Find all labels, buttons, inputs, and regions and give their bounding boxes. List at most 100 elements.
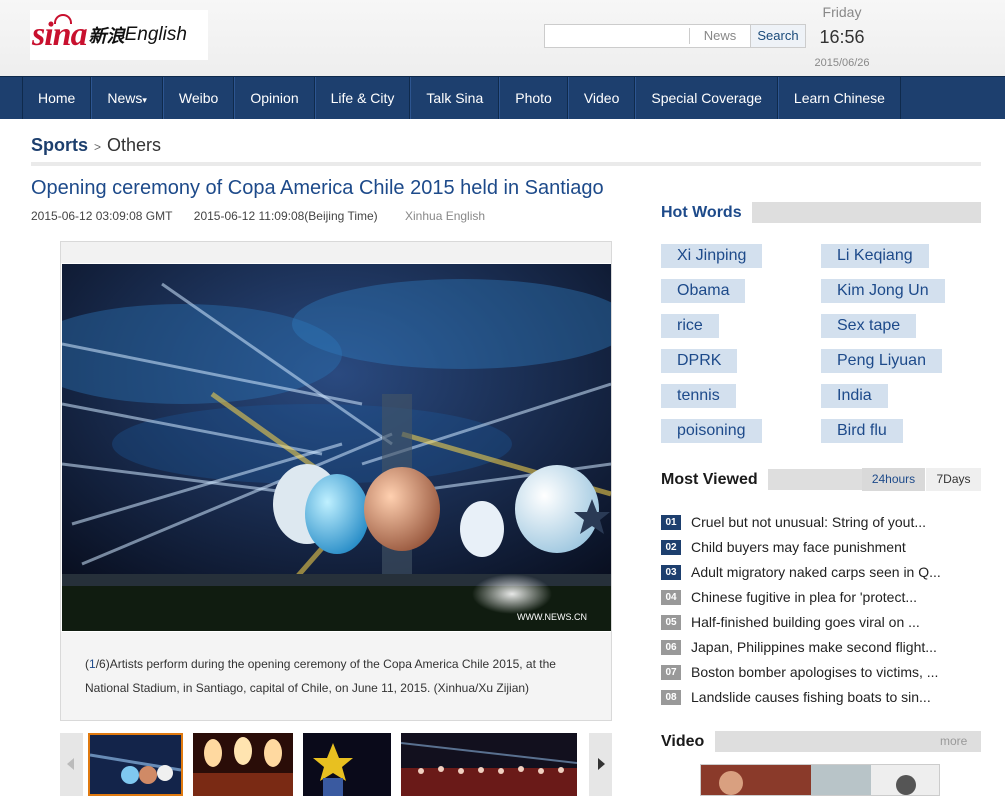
thumbs-next-button[interactable]	[589, 733, 612, 796]
video-more-link[interactable]: more	[940, 734, 967, 748]
search-box: News Search	[544, 24, 806, 48]
list-item[interactable]: 06 Japan, Philippines make second flight.…	[661, 637, 981, 657]
nav-opinion[interactable]: Opinion	[234, 77, 315, 119]
nav-learn-chinese[interactable]: Learn Chinese	[777, 77, 901, 119]
article-source[interactable]: Xinhua English	[405, 209, 485, 223]
article-title: Opening ceremony of Copa America Chile 2…	[31, 177, 604, 199]
nav-weibo[interactable]: Weibo	[162, 77, 235, 119]
thumbnail-3-image	[303, 733, 391, 796]
nav-talk-sina[interactable]: Talk Sina	[410, 77, 500, 119]
hot-words-title-text: Hot Words	[661, 204, 742, 221]
caption-total: /6)	[95, 657, 110, 671]
main-photo-image: WWW.NEWS.CN	[62, 264, 611, 631]
list-item-title[interactable]: Child buyers may face punishment	[691, 537, 906, 557]
hot-word-tag[interactable]: poisoning	[661, 419, 762, 443]
main-nav: Home News▾ Weibo Opinion Life & City Tal…	[0, 76, 1005, 119]
list-item[interactable]: 04 Chinese fugitive in plea for 'protect.…	[661, 587, 981, 607]
list-item-title[interactable]: Boston bomber apologises to victims, ...	[691, 662, 938, 682]
caption-text: Artists perform during the opening cerem…	[85, 657, 556, 695]
list-item-title[interactable]: Japan, Philippines make second flight...	[691, 637, 937, 657]
video-thumbnail[interactable]	[700, 764, 940, 796]
sina-english-logo[interactable]: sina 新浪 English	[30, 10, 208, 60]
nav-label: Learn Chinese	[793, 90, 885, 106]
video-thumbnail-image	[701, 765, 939, 795]
search-input[interactable]	[545, 25, 688, 47]
date-date: 2015/06/26	[814, 57, 870, 69]
nav-photo[interactable]: Photo	[499, 77, 568, 119]
thumbnail-4[interactable]	[401, 733, 577, 796]
photo-caption: (1/6)Artists perform during the opening …	[85, 652, 585, 700]
rank-badge: 04	[661, 590, 681, 605]
breadcrumb-separator: >	[94, 140, 102, 154]
rank-badge: 02	[661, 540, 681, 555]
main-nav-items: Home News▾ Weibo Opinion Life & City Tal…	[22, 77, 901, 119]
video-header: Video	[661, 731, 981, 752]
search-button[interactable]: Search	[750, 25, 805, 47]
main-photo[interactable]: WWW.NEWS.CN	[62, 264, 611, 631]
thumbs-prev-button[interactable]	[60, 733, 83, 796]
hot-word-tag[interactable]: Obama	[661, 279, 746, 303]
breadcrumb-section[interactable]: Sports	[31, 135, 88, 155]
hot-word-tag[interactable]: Bird flu	[821, 419, 903, 443]
nav-home[interactable]: Home	[22, 77, 92, 119]
list-item[interactable]: 05 Half-finished building goes viral on .…	[661, 612, 981, 632]
hot-word-tag[interactable]: Xi Jinping	[661, 244, 763, 268]
nav-label: Talk Sina	[426, 90, 484, 106]
caption-index-link[interactable]: 1	[89, 657, 96, 671]
list-item-title[interactable]: Cruel but not unusual: String of yout...	[691, 512, 926, 532]
list-item[interactable]: 07 Boston bomber apologises to victims, .…	[661, 662, 981, 682]
nav-label: Video	[583, 90, 620, 106]
nav-label: Special Coverage	[651, 90, 762, 106]
thumbnail-4-image	[401, 733, 577, 796]
tab-7days[interactable]: 7Days	[926, 468, 981, 491]
list-item-title[interactable]: Chinese fugitive in plea for 'protect...	[691, 587, 917, 607]
thumbnail-2[interactable]	[193, 733, 293, 796]
hot-words-header-bar	[752, 202, 981, 223]
list-item[interactable]: 08 Landslide causes fishing boats to sin.…	[661, 687, 981, 707]
search-divider	[689, 28, 690, 44]
nav-label: Life & City	[330, 90, 395, 106]
thumbnail-1-image	[90, 735, 181, 794]
hot-words-header: Hot Words	[661, 202, 981, 223]
list-item[interactable]: 01 Cruel but not unusual: String of yout.…	[661, 512, 981, 532]
list-item[interactable]: 03 Adult migratory naked carps seen in Q.…	[661, 562, 981, 582]
list-item[interactable]: 02 Child buyers may face punishment	[661, 537, 981, 557]
hot-word-tag[interactable]: DPRK	[661, 349, 738, 373]
nav-life-city[interactable]: Life & City	[314, 77, 411, 119]
list-item-title[interactable]: Adult migratory naked carps seen in Q...	[691, 562, 941, 582]
list-item-title[interactable]: Landslide causes fishing boats to sin...	[691, 687, 931, 707]
nav-label: Opinion	[250, 90, 299, 106]
nav-video[interactable]: Video	[567, 77, 636, 119]
logo-en-text: English	[124, 24, 187, 45]
hot-word-tag[interactable]: tennis	[661, 384, 736, 408]
rank-badge: 05	[661, 615, 681, 630]
nav-label: News	[107, 90, 143, 106]
article-time-gmt: 2015-06-12 03:09:08 GMT	[31, 209, 173, 223]
breadcrumb-subsection[interactable]: Others	[107, 135, 161, 155]
hot-word-tag[interactable]: rice	[661, 314, 719, 338]
breadcrumb-divider	[31, 162, 981, 166]
hot-word-tag[interactable]: Kim Jong Un	[821, 279, 945, 303]
hot-word-tag[interactable]: Peng Liyuan	[821, 349, 942, 373]
dropdown-arrow-icon: ▾	[142, 95, 147, 105]
arrow-right-icon	[598, 758, 605, 770]
nav-label: Photo	[515, 90, 552, 106]
rank-badge: 01	[661, 515, 681, 530]
hot-word-tag[interactable]: India	[821, 384, 888, 408]
video-title-text: Video	[661, 733, 705, 750]
search-category[interactable]: News	[691, 25, 749, 47]
most-viewed-title-text: Most Viewed	[661, 471, 758, 488]
hot-word-tag[interactable]: Li Keqiang	[821, 244, 929, 268]
nav-special-coverage[interactable]: Special Coverage	[635, 77, 778, 119]
tab-24hours[interactable]: 24hours	[862, 468, 925, 491]
nav-news[interactable]: News▾	[91, 77, 163, 119]
photo-gallery: WWW.NEWS.CN (1/6)Artists perform during …	[60, 241, 612, 721]
list-item-title[interactable]: Half-finished building goes viral on ...	[691, 612, 920, 632]
thumbnail-3[interactable]	[303, 733, 391, 796]
photo-watermark: WWW.NEWS.CN	[517, 612, 587, 622]
logo-cn-text: 新浪	[88, 26, 125, 47]
breadcrumb: Sports > Others	[31, 135, 161, 156]
hot-word-tag[interactable]: Sex tape	[821, 314, 917, 338]
thumbnail-1[interactable]	[88, 733, 183, 796]
most-viewed-header-bar	[768, 469, 863, 490]
